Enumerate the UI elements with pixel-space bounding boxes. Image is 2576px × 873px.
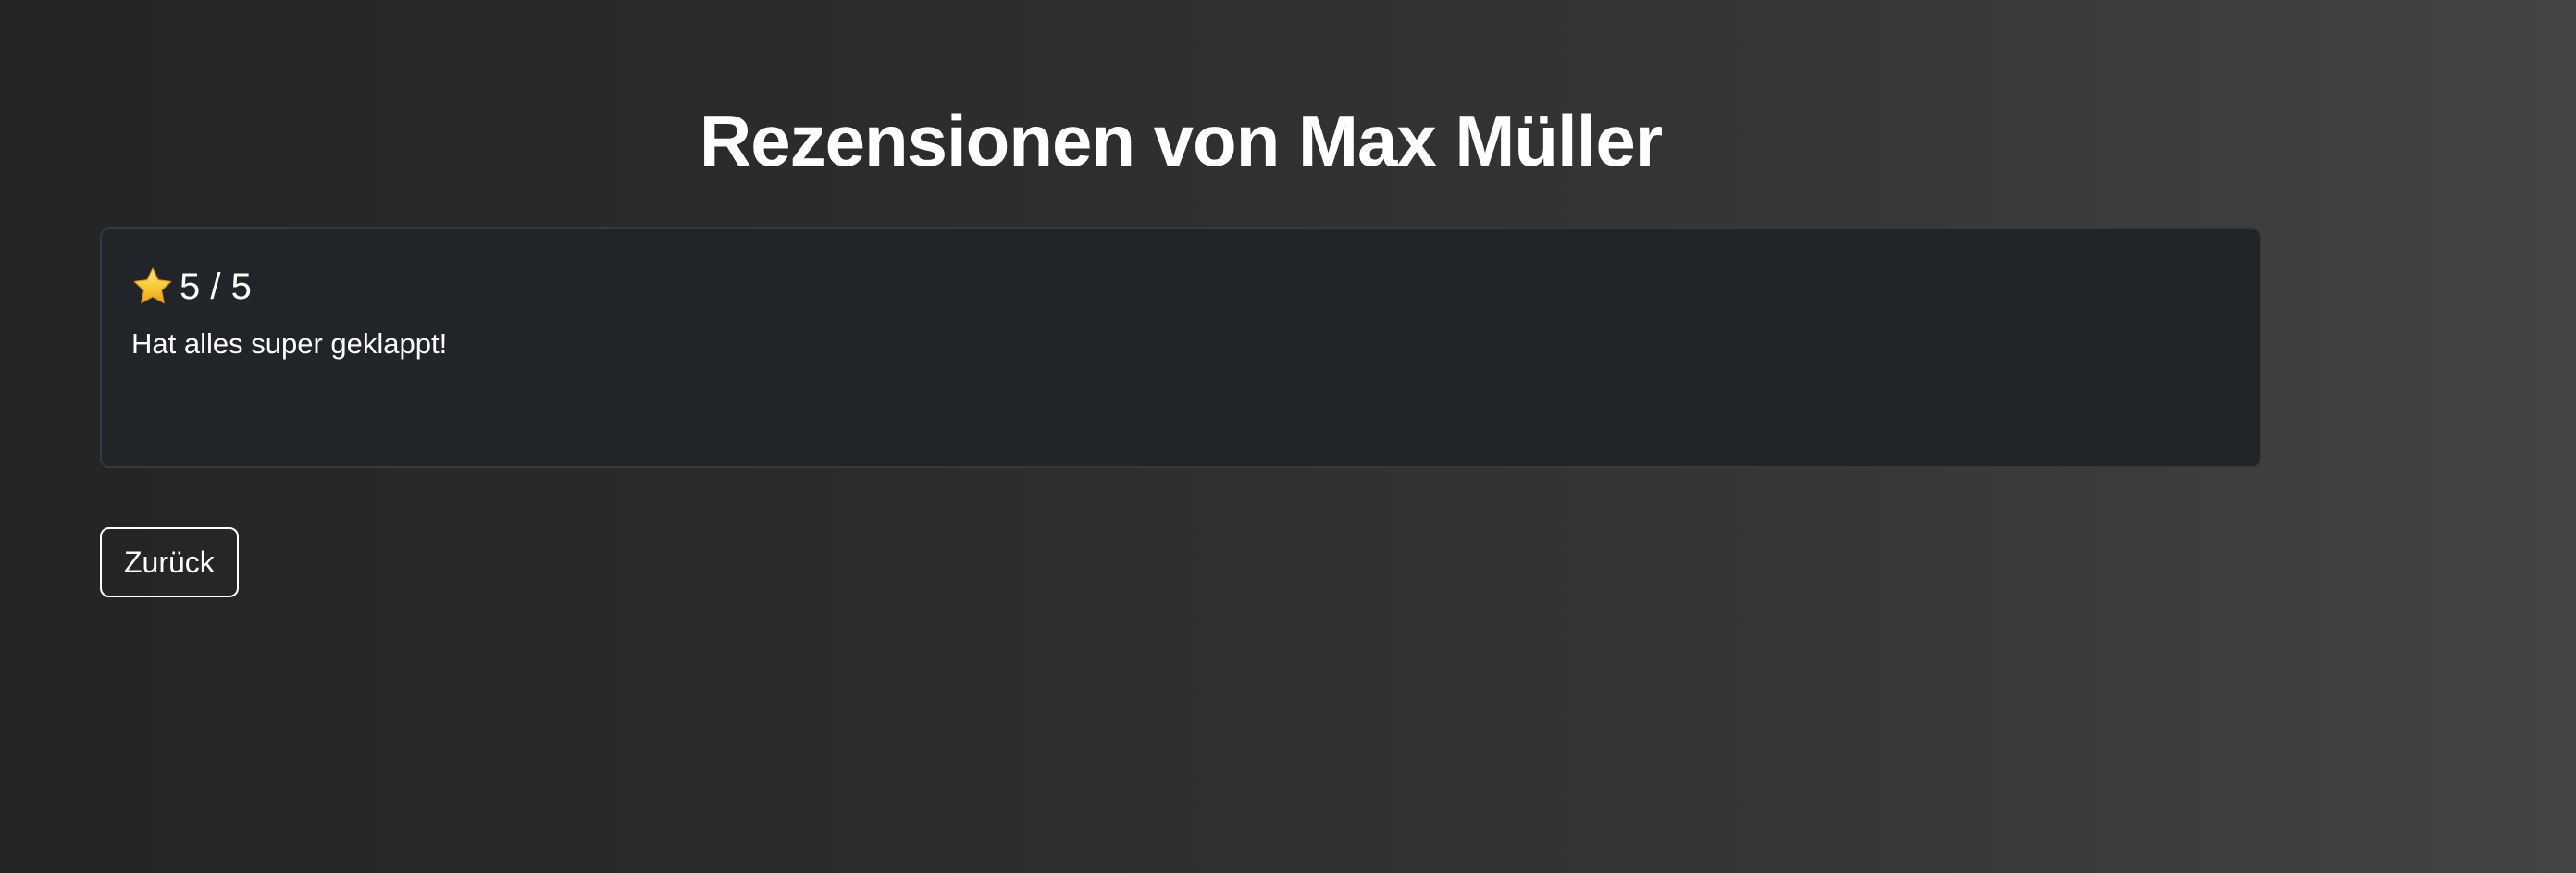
rating-value: 5 / 5 bbox=[180, 266, 252, 307]
review-rating: 5 / 5 bbox=[131, 263, 2230, 311]
page-title: Rezensionen von Max Müller bbox=[699, 100, 1663, 181]
review-list: 5 / 5 Hat alles super geklappt! bbox=[100, 227, 2261, 468]
star-icon bbox=[131, 265, 174, 308]
review-card: 5 / 5 Hat alles super geklappt! bbox=[100, 227, 2261, 468]
back-button[interactable]: Zurück bbox=[100, 527, 239, 597]
review-text: Hat alles super geklappt! bbox=[131, 327, 448, 360]
